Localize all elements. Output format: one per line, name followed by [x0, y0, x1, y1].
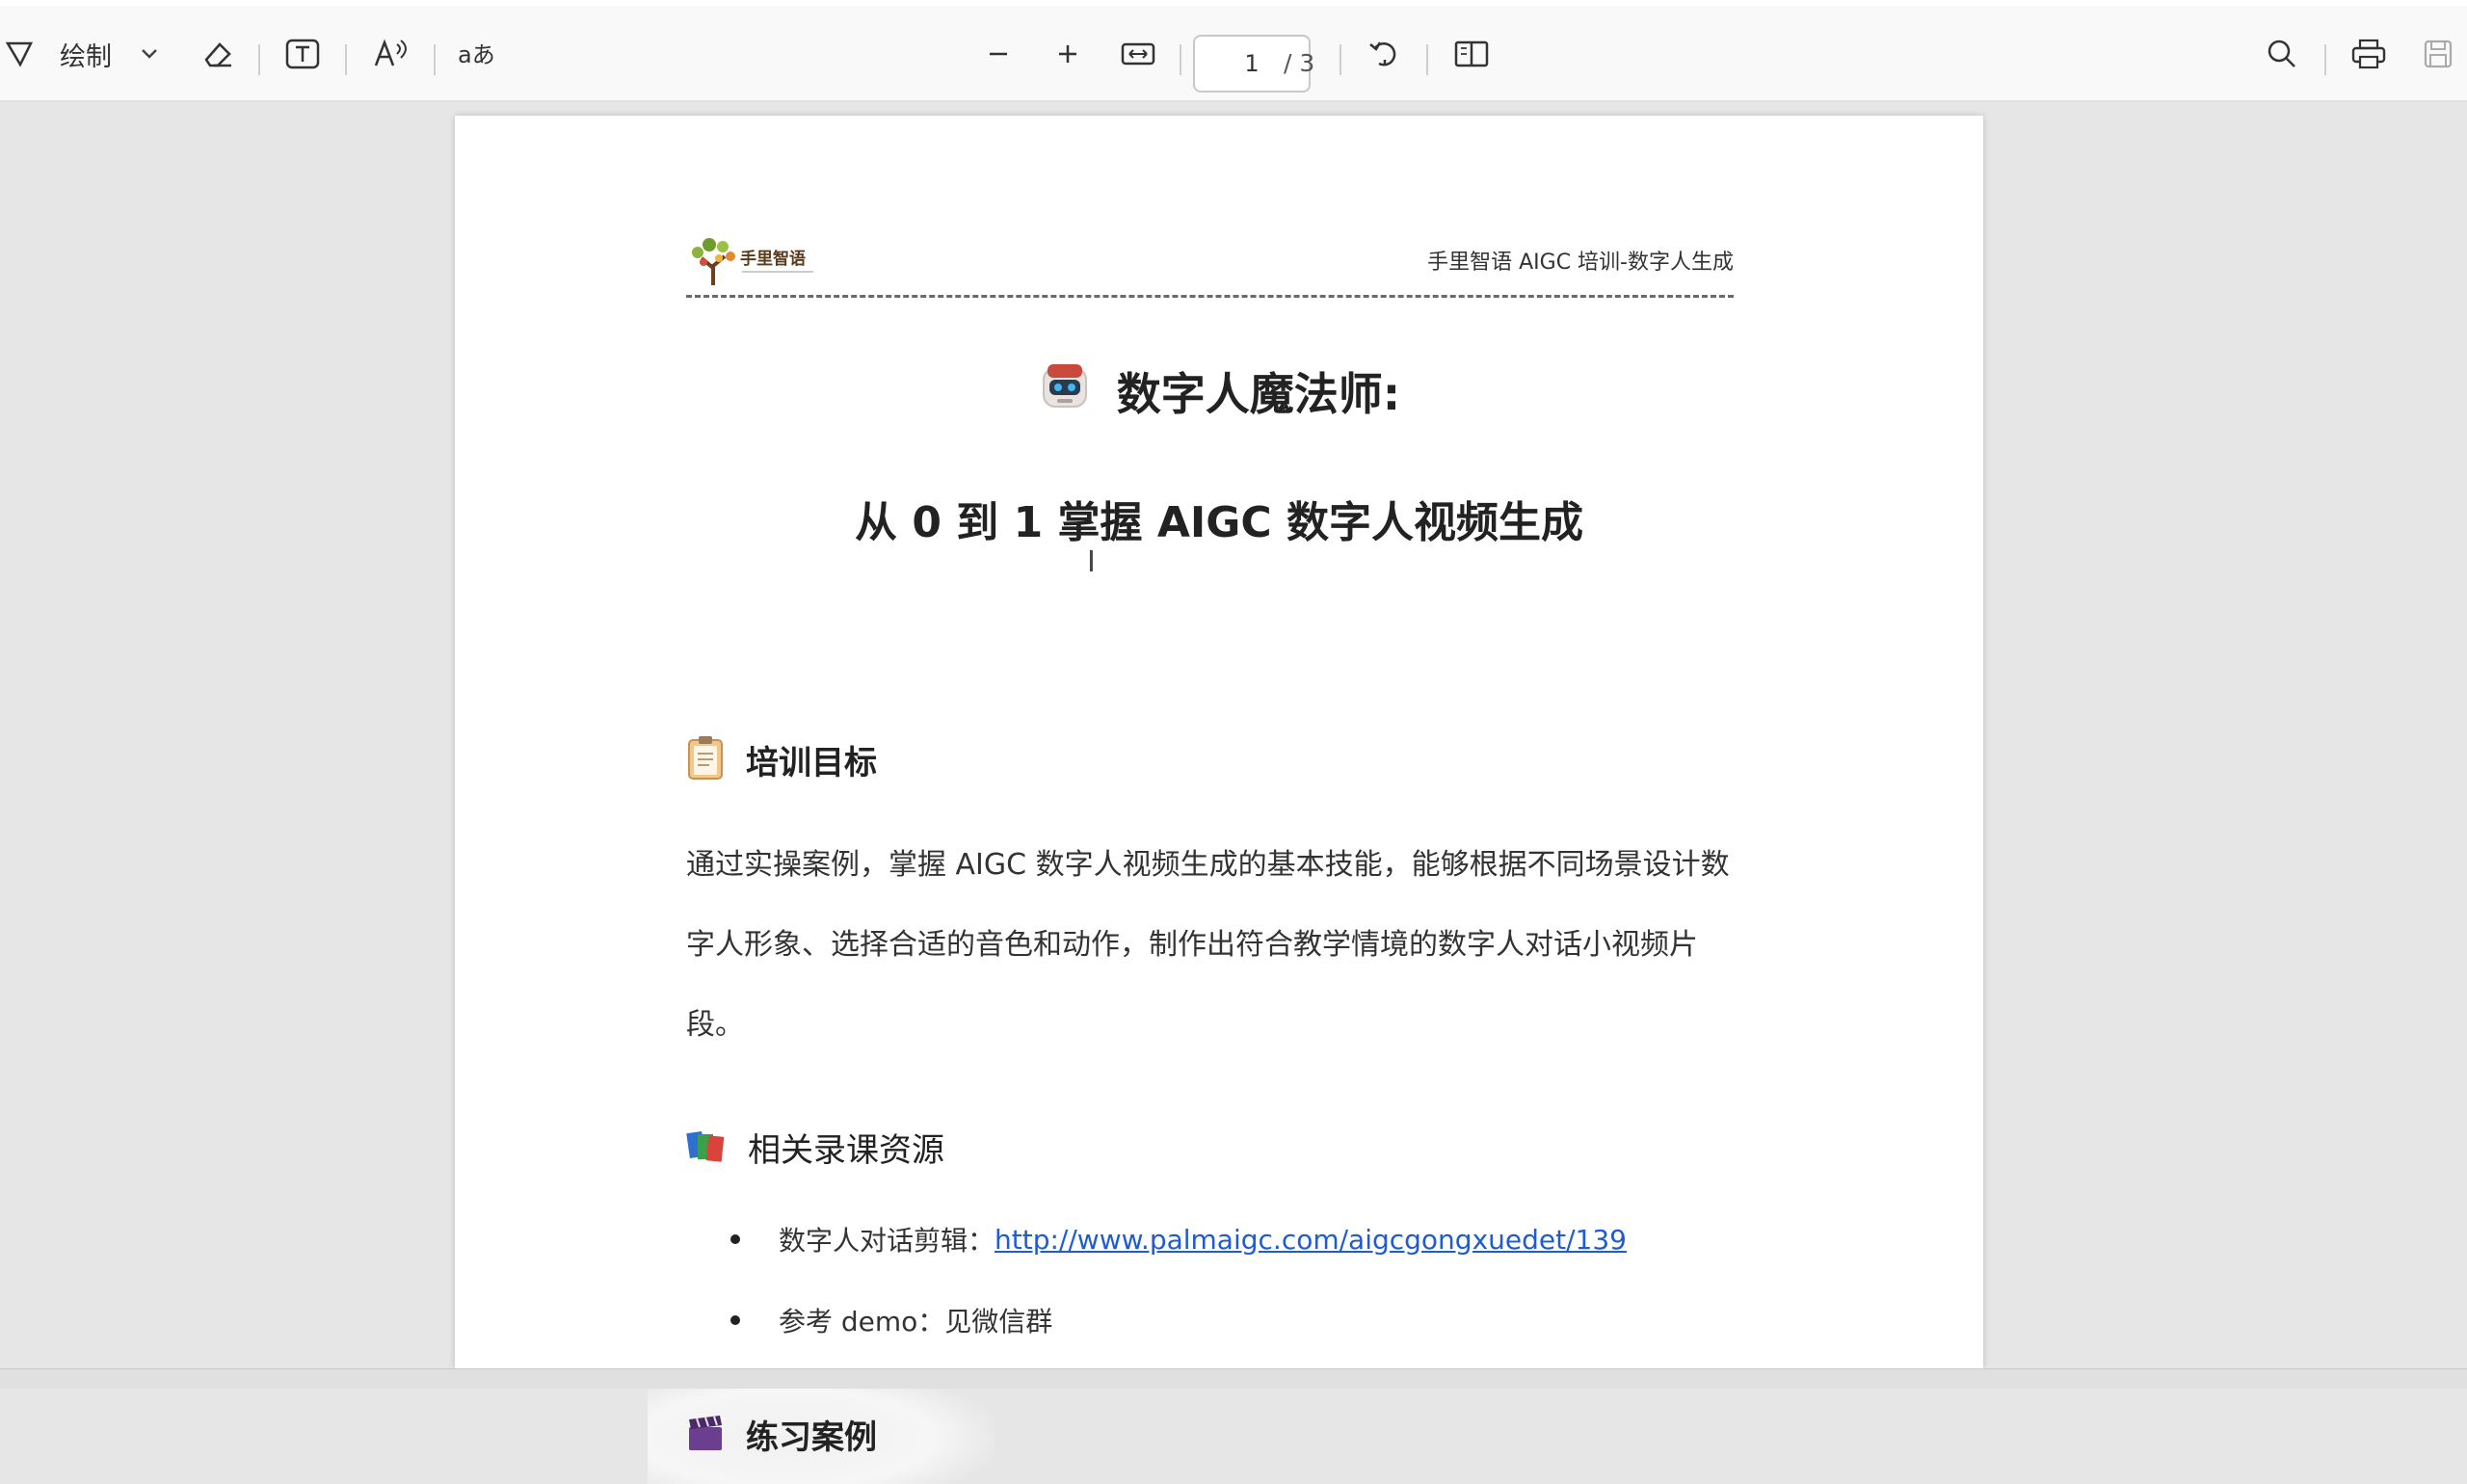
section-heading-goal-label: 培训目标 [746, 743, 877, 782]
eraser-icon[interactable] [197, 33, 239, 75]
clapperboard-icon [686, 1414, 725, 1456]
toolbar-separator [345, 44, 347, 75]
toolbar-separator [1180, 44, 1181, 75]
svg-text:手里智语: 手里智语 [740, 249, 806, 269]
doc-title-line-1: 数字人魔法师: [1116, 367, 1401, 420]
clipboard-icon [686, 734, 725, 784]
pdf-page: 手里智语 手里智语 AIGC 培训-数字人生成 数字人魔法师: 从 0 到 1 … [455, 116, 1983, 1484]
rotate-icon[interactable] [1363, 33, 1407, 75]
toolbar-separator [434, 44, 436, 75]
bullet-dot [730, 1234, 740, 1244]
draw-button[interactable]: 绘制 [52, 33, 119, 75]
bullet-dot [730, 1315, 740, 1325]
list-item: 参考 demo：见微信群 [686, 1280, 1746, 1361]
section-heading-practice: 练习案例 [686, 1411, 877, 1458]
goal-paragraph: 通过实操案例，掌握 AIGC 数字人视频生成的基本技能，能够根据不同场景设计数字… [686, 848, 1730, 1042]
toolbar-separator [1340, 44, 1341, 75]
toolbar-separator [258, 44, 260, 75]
read-aloud-icon[interactable] [368, 33, 414, 75]
plus-icon[interactable] [1048, 33, 1087, 75]
list-item: 数字人对话剪辑： http://www.palmaigc.com/aigcgon… [686, 1199, 1746, 1280]
resource-label: 参考 demo：见微信群 [779, 1306, 1053, 1338]
section-heading-practice-label: 练习案例 [746, 1418, 877, 1457]
robot-icon [1038, 358, 1092, 423]
svg-text:aあ: aあ [458, 41, 495, 68]
section-heading-resources-label: 相关录课资源 [748, 1131, 944, 1170]
fit-page-icon[interactable] [1116, 33, 1160, 75]
draw-icon[interactable] [0, 33, 39, 75]
brand-logo: 手里智语 [686, 233, 821, 287]
draw-label: 绘制 [60, 41, 112, 72]
pdf-toolbar: 绘制 aあ 1 / 3 [0, 6, 2467, 102]
doc-title-line-2: 从 0 到 1 掌握 AIGC 数字人视频生成 [855, 498, 1583, 547]
toolbar-separator [1426, 44, 1428, 75]
doc-header-title: 手里智语 AIGC 培训-数字人生成 [1427, 251, 1734, 275]
chevron-down-icon[interactable] [133, 33, 166, 75]
two-page-icon[interactable] [1449, 33, 1494, 75]
resource-label: 数字人对话剪辑： [779, 1225, 995, 1257]
search-icon[interactable] [2261, 33, 2303, 75]
doc-title: 数字人魔法师: [455, 358, 1983, 423]
print-icon[interactable] [2348, 33, 2390, 75]
translate-icon[interactable]: aあ [455, 33, 501, 75]
doc-running-header: 手里智语 手里智语 AIGC 培训-数字人生成 [686, 212, 1734, 298]
section-heading-resources: 相关录课资源 [686, 1124, 944, 1171]
section-heading-goal: 培训目标 [686, 734, 877, 784]
text-cursor-icon: I [1087, 545, 1096, 579]
text-box-icon[interactable] [281, 33, 324, 75]
minus-icon[interactable] [979, 33, 1018, 75]
books-icon [686, 1126, 727, 1169]
page-total-label: / 3 [1284, 49, 1315, 77]
resource-link[interactable]: http://www.palmaigc.com/aigcgongxuedet/1… [995, 1224, 1627, 1256]
toolbar-separator [2324, 44, 2326, 75]
save-icon[interactable] [2417, 33, 2459, 75]
resource-list: 数字人对话剪辑： http://www.palmaigc.com/aigcgon… [686, 1199, 1746, 1361]
bottom-status-bar [0, 1368, 2467, 1389]
